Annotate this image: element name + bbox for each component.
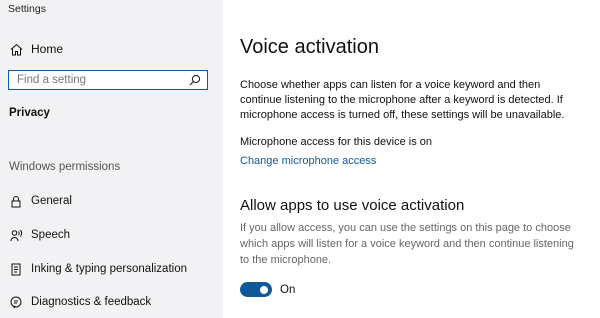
sidebar-item-general[interactable]: General: [0, 189, 223, 213]
toggle-knob: [260, 285, 268, 294]
sidebar-item-label: General: [31, 195, 72, 207]
current-section-label: Privacy: [9, 107, 50, 119]
section-title: Allow apps to use voice activation: [240, 197, 465, 214]
sidebar-item-home[interactable]: Home: [0, 37, 223, 61]
voice-activation-toggle[interactable]: [240, 282, 272, 297]
section-description: If you allow access, you can use the set…: [240, 222, 574, 266]
group-header: Windows permissions: [9, 161, 121, 173]
toggle-state-label: On: [280, 283, 296, 296]
search-input[interactable]: [9, 72, 187, 88]
inking-icon: [9, 262, 23, 276]
search-box[interactable]: [8, 70, 208, 90]
voice-activation-toggle-row: On: [240, 282, 295, 297]
change-microphone-access-link[interactable]: Change microphone access: [240, 155, 376, 167]
speech-icon: [9, 228, 23, 242]
home-icon: [9, 42, 23, 56]
main-content: Voice activation Choose whether apps can…: [223, 0, 600, 318]
app-title: Settings: [8, 3, 46, 15]
sidebar-item-diagnostics[interactable]: Diagnostics & feedback: [0, 290, 223, 314]
lock-icon: [9, 194, 23, 208]
page-title: Voice activation: [240, 36, 379, 58]
sidebar-item-label: Speech: [31, 229, 71, 241]
search-icon[interactable]: [187, 72, 203, 88]
sidebar-item-label: Home: [31, 42, 64, 56]
sidebar-item-speech[interactable]: Speech: [0, 223, 223, 247]
sidebar: Settings Home Privacy Windows permission…: [0, 0, 223, 318]
diagnostics-icon: [9, 295, 23, 309]
page-description: Choose whether apps can listen for a voi…: [240, 79, 565, 121]
sidebar-item-label: Diagnostics & feedback: [31, 296, 152, 308]
sidebar-item-label: Inking & typing personalization: [31, 263, 187, 275]
mic-status-text: Microphone access for this device is on: [240, 136, 432, 148]
settings-window: Settings Home Privacy Windows permission…: [0, 0, 600, 318]
sidebar-item-inking-typing[interactable]: Inking & typing personalization: [0, 257, 223, 281]
